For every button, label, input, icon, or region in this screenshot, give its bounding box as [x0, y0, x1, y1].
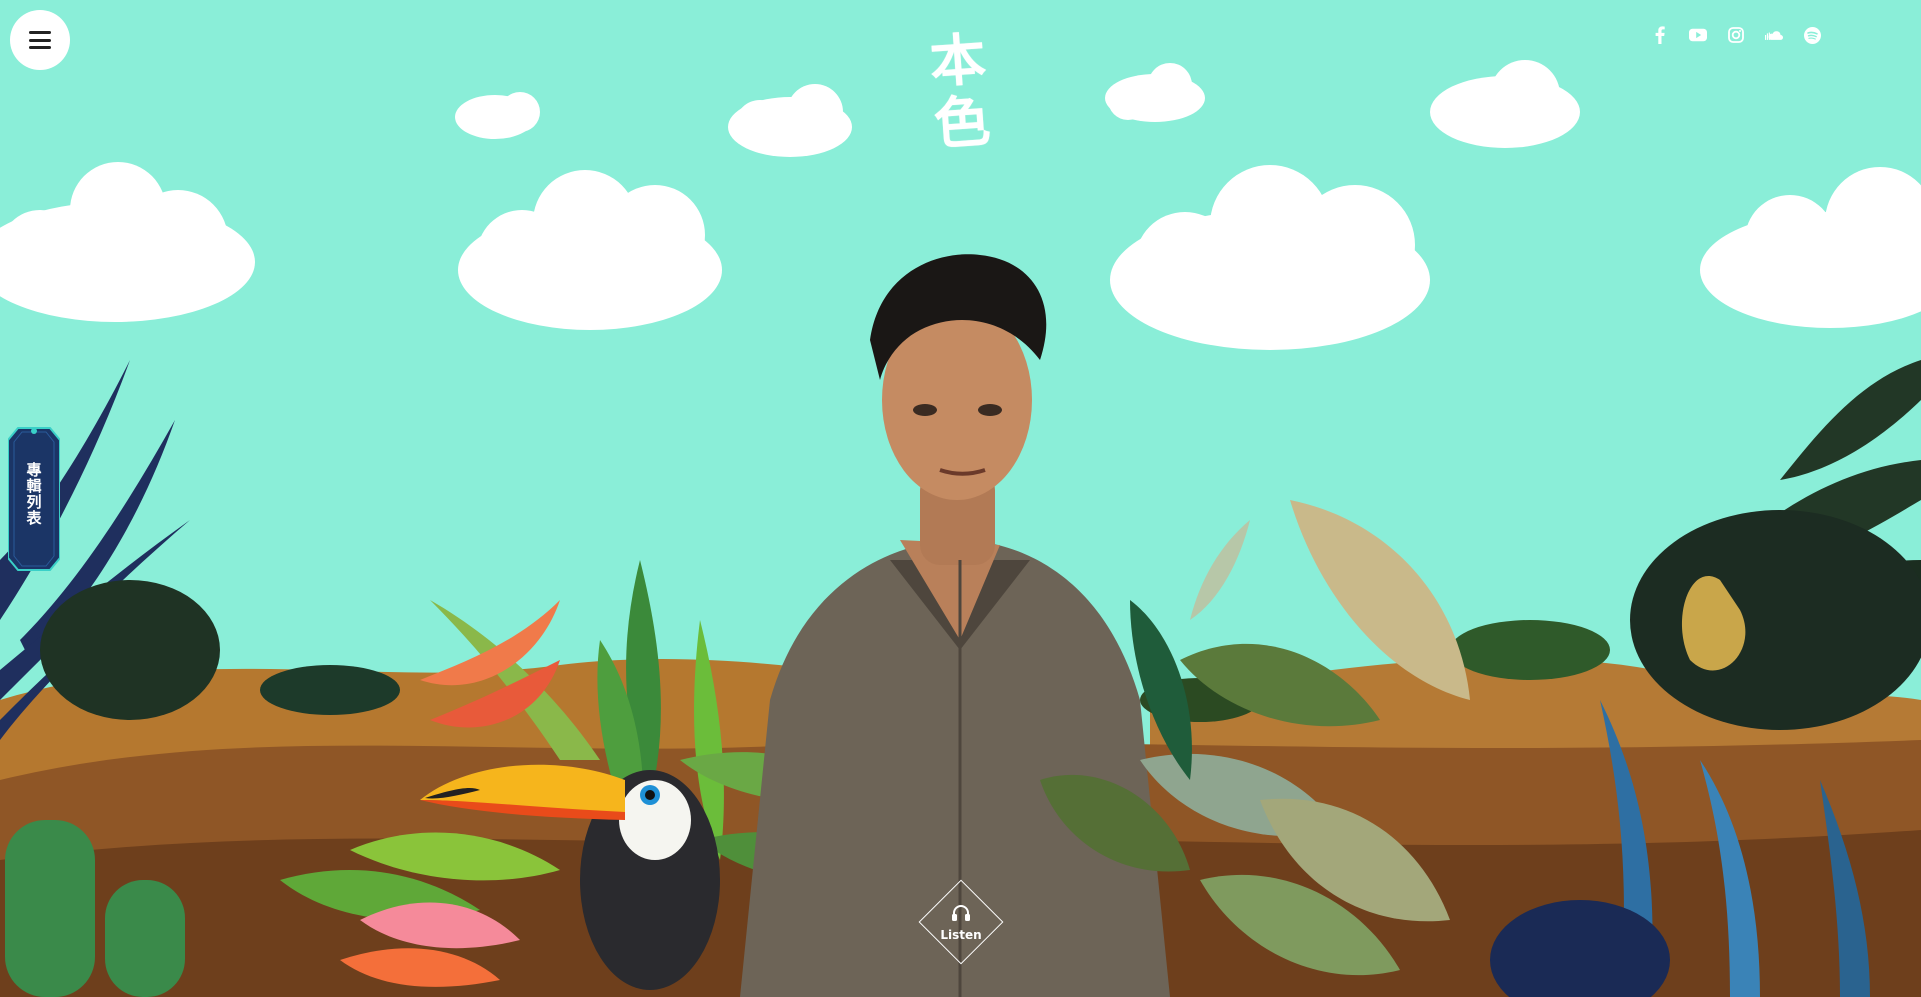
menu-button[interactable]	[10, 10, 70, 70]
cloud	[458, 170, 722, 330]
cloud	[1430, 60, 1580, 148]
listen-diamond-frame	[918, 879, 1004, 965]
cloud	[1110, 165, 1430, 350]
listen-label: Listen	[940, 928, 982, 942]
hamburger-menu-icon	[29, 31, 51, 49]
headphones-icon	[952, 905, 970, 921]
instagram-icon[interactable]	[1727, 26, 1745, 44]
cloud	[1700, 167, 1921, 328]
spotify-icon[interactable]	[1803, 26, 1821, 44]
cloud	[455, 92, 540, 139]
album-list-tab[interactable]: 專輯列表	[8, 418, 60, 580]
soundcloud-icon[interactable]	[1765, 26, 1783, 44]
cloud	[0, 162, 255, 322]
album-list-label: 專輯列表	[26, 461, 42, 527]
cloud	[1105, 63, 1205, 122]
listen-button[interactable]: Listen	[917, 878, 1005, 966]
logo-char-2: 色	[931, 88, 993, 158]
social-links	[1651, 26, 1821, 44]
hero-stage: 本 色 專輯列表 Listen	[0, 0, 1921, 997]
logo-char-1: 本	[927, 26, 989, 96]
facebook-icon[interactable]	[1651, 26, 1669, 44]
youtube-icon[interactable]	[1689, 26, 1707, 44]
cloud	[728, 84, 852, 157]
site-logo[interactable]: 本 色	[924, 26, 996, 158]
